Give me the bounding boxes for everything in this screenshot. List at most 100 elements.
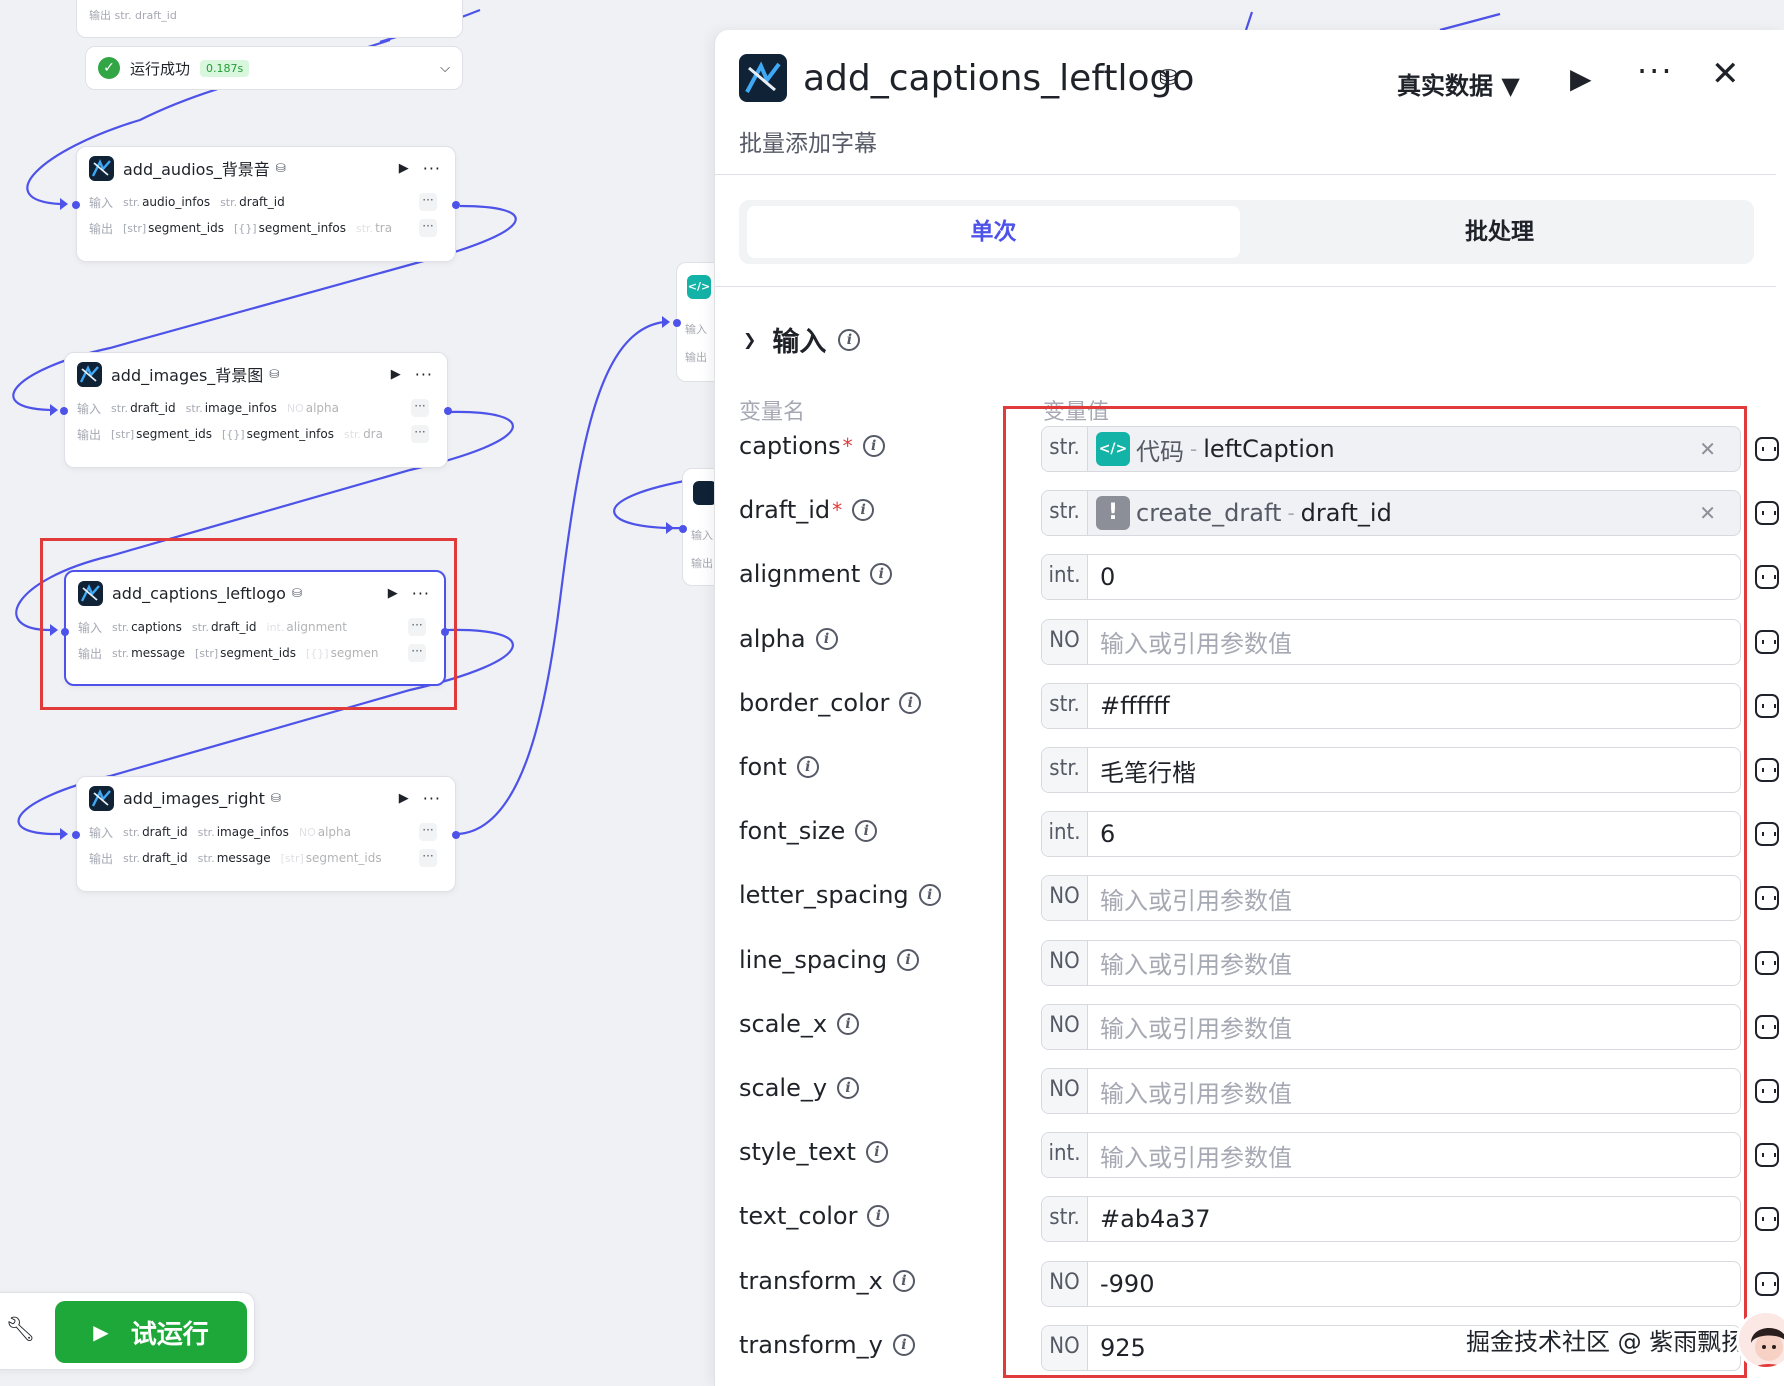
variable-toggle-icon[interactable] — [1755, 565, 1779, 590]
type-label: str. — [220, 195, 238, 209]
chevron-down-icon[interactable]: ⌵ — [440, 61, 450, 76]
variable-toggle-icon[interactable] — [1755, 437, 1779, 461]
variable-toggle-icon[interactable] — [1755, 629, 1779, 654]
run-node-button[interactable]: ▶ — [1570, 62, 1592, 95]
info-icon[interactable]: i — [862, 435, 885, 457]
partial-node-top[interactable]: 输出 str. draft_id — [76, 0, 463, 38]
tab-batch[interactable]: 批处理 — [1253, 206, 1746, 258]
param-value-field[interactable]: NO 输入或引用参数值 — [1041, 1068, 1741, 1114]
mini-node-output-label: 输出 — [685, 351, 707, 364]
clear-icon[interactable]: ✕ — [1699, 437, 1716, 461]
workflow-node[interactable]: add_captions_leftlogo ⛁ ▶ ··· 输入 str. cap… — [61, 570, 449, 686]
input-port[interactable] — [679, 525, 687, 533]
variable-toggle-icon[interactable] — [1755, 1207, 1779, 1232]
param-value-field[interactable]: NO -990 — [1041, 1260, 1741, 1307]
trial-run-button[interactable]: ▶ 试运行 — [55, 1301, 247, 1363]
info-icon[interactable]: i — [837, 1077, 860, 1099]
param-value-field[interactable]: int. 0 — [1041, 554, 1741, 601]
more-icon[interactable]: ··· — [1637, 52, 1674, 90]
more-icon[interactable]: ··· — [423, 159, 441, 178]
more-icon[interactable]: ··· — [419, 823, 437, 841]
more-icon[interactable]: ··· — [411, 425, 429, 443]
run-node-icon[interactable]: ▶ — [388, 586, 398, 601]
info-icon[interactable]: i — [867, 1205, 890, 1228]
more-icon[interactable]: ··· — [419, 849, 437, 867]
input-port[interactable] — [60, 407, 68, 415]
more-icon[interactable]: ··· — [419, 219, 437, 237]
output-port[interactable] — [452, 831, 460, 839]
input-port[interactable] — [673, 319, 681, 327]
param-value-field[interactable]: NO 输入或引用参数值 — [1041, 875, 1741, 922]
workflow-node[interactable]: add_audios_背景音 ⛁ ▶ ··· 输入 str. audio_info… — [72, 146, 460, 262]
info-icon[interactable]: i — [855, 820, 878, 843]
wrench-icon[interactable]: 🔧︎ — [5, 1315, 35, 1343]
param-value-field[interactable]: int. 输入或引用参数值 — [1041, 1132, 1741, 1179]
chevron-down-icon[interactable]: ❯ — [743, 330, 756, 349]
run-status-bar[interactable]: ✓ 运行成功 0.187s ⌵ — [85, 46, 463, 90]
node-header[interactable]: add_captions_leftlogo ⛁ ▶ ··· — [66, 572, 444, 614]
param-value-field[interactable]: NO 输入或引用参数值 — [1041, 1003, 1741, 1050]
output-port[interactable] — [441, 628, 449, 636]
param-value-field[interactable]: NO 输入或引用参数值 — [1041, 939, 1741, 986]
more-icon[interactable]: ··· — [408, 618, 426, 636]
input-port[interactable] — [72, 831, 80, 839]
run-node-icon[interactable]: ▶ — [399, 791, 409, 806]
info-icon[interactable]: i — [837, 1012, 860, 1035]
node-header[interactable]: add_images_背景图 ⛁ ▶ ··· — [65, 353, 447, 395]
tab-single[interactable]: 单次 — [747, 206, 1240, 258]
param-value-field[interactable]: NO 输入或引用参数值 — [1041, 618, 1741, 665]
info-icon[interactable]: i — [870, 563, 893, 586]
workflow-node[interactable]: add_images_right ⛁ ▶ ··· 输入 str. draft_id… — [72, 776, 460, 892]
run-node-icon[interactable]: ▶ — [391, 367, 401, 382]
variable-toggle-icon[interactable] — [1755, 886, 1779, 911]
info-icon[interactable]: i — [897, 948, 920, 971]
variable-toggle-icon[interactable] — [1755, 501, 1779, 526]
output-port[interactable] — [444, 407, 452, 415]
info-icon[interactable]: i — [892, 1333, 915, 1356]
info-icon[interactable]: i — [865, 1141, 888, 1164]
workflow-node[interactable]: add_images_背景图 ⛁ ▶ ··· 输入 str. draft_id st… — [60, 352, 452, 468]
info-icon[interactable]: i — [918, 884, 941, 907]
variable-toggle-icon[interactable] — [1755, 950, 1779, 975]
input-port[interactable] — [61, 628, 69, 636]
variable-toggle-icon[interactable] — [1755, 1143, 1779, 1168]
variable-toggle-icon[interactable] — [1755, 1014, 1779, 1039]
info-icon[interactable]: i — [899, 691, 922, 714]
param-row-font-size: font_size i int. 6 — [715, 811, 1779, 859]
param-value-field[interactable]: str. #ffffff — [1041, 682, 1741, 729]
input-port[interactable] — [72, 201, 80, 209]
info-icon[interactable]: i — [796, 756, 819, 778]
param-value-field[interactable]: str. ! create_draft - draft_id ✕ — [1041, 490, 1741, 537]
more-icon[interactable]: ··· — [423, 789, 441, 808]
more-icon[interactable]: ··· — [411, 399, 429, 417]
param-value-field[interactable]: str. #ab4a37 — [1041, 1196, 1741, 1243]
var-name: segment_infos — [258, 221, 346, 235]
input-pill: int. alignment — [267, 620, 347, 634]
more-icon[interactable]: ··· — [415, 365, 433, 384]
variable-toggle-icon[interactable] — [1755, 758, 1779, 782]
input-section-header[interactable]: ❯ 输入 i — [743, 320, 861, 359]
param-value-field[interactable]: str. 毛笔行楷 — [1041, 747, 1741, 793]
info-icon[interactable]: i — [852, 499, 875, 522]
info-icon[interactable]: i — [838, 328, 861, 351]
info-icon[interactable]: i — [892, 1269, 915, 1292]
variable-toggle-icon[interactable] — [1755, 1271, 1779, 1296]
param-value: -990 — [1100, 1269, 1155, 1298]
node-header[interactable]: add_audios_背景音 ⛁ ▶ ··· — [77, 147, 455, 189]
variable-toggle-icon[interactable] — [1755, 693, 1779, 718]
data-mode-select[interactable]: 真实数据 ▼ — [1397, 66, 1520, 101]
caret-down-icon: ▼ — [1501, 72, 1520, 100]
variable-toggle-icon[interactable] — [1755, 1079, 1779, 1103]
close-icon[interactable]: ✕ — [1711, 54, 1740, 94]
more-icon[interactable]: ··· — [412, 584, 430, 603]
more-icon[interactable]: ··· — [408, 644, 426, 662]
param-value-field[interactable]: int. 6 — [1041, 811, 1741, 858]
output-port[interactable] — [452, 201, 460, 209]
more-icon[interactable]: ··· — [419, 193, 437, 211]
info-icon[interactable]: i — [815, 627, 838, 650]
node-header[interactable]: add_images_right ⛁ ▶ ··· — [77, 777, 455, 819]
clear-icon[interactable]: ✕ — [1699, 501, 1716, 525]
run-node-icon[interactable]: ▶ — [399, 161, 409, 176]
variable-toggle-icon[interactable] — [1755, 822, 1779, 847]
param-value-field[interactable]: str. </> 代码 - leftCaption ✕ — [1041, 426, 1741, 472]
